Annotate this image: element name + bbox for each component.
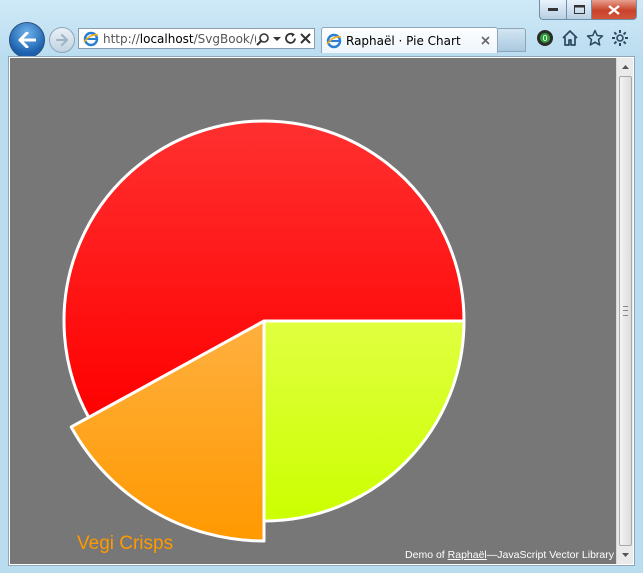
vertical-scrollbar[interactable] bbox=[616, 58, 633, 564]
svg-text:0: 0 bbox=[542, 34, 547, 43]
back-button[interactable] bbox=[9, 22, 45, 58]
window-caption-buttons bbox=[539, 0, 637, 20]
tab-title: Raphaël · Pie Chart bbox=[346, 33, 461, 48]
tab-close-button[interactable] bbox=[478, 34, 492, 48]
address-bar[interactable]: http://localhost/SvgBook/( bbox=[78, 28, 315, 49]
addon-icon[interactable]: 0 bbox=[536, 29, 554, 47]
scrollbar-thumb[interactable] bbox=[619, 76, 632, 546]
back-arrow-icon bbox=[18, 32, 36, 48]
favorites-star-icon[interactable] bbox=[586, 29, 604, 47]
pie-chart bbox=[62, 119, 466, 543]
address-url[interactable]: http://localhost/SvgBook/( bbox=[103, 32, 256, 46]
url-path: /SvgBook/( bbox=[193, 31, 256, 46]
hovered-slice-label: Vegi Crisps bbox=[77, 533, 174, 554]
forward-button[interactable] bbox=[49, 27, 75, 53]
browser-window: http://localhost/SvgBook/( Raphaël · Pie… bbox=[0, 0, 643, 573]
url-host: localhost bbox=[139, 31, 194, 46]
credit-line: Demo of Raphaël—JavaScript Vector Librar… bbox=[405, 549, 614, 561]
dropdown-arrow-icon[interactable] bbox=[273, 36, 281, 42]
maximize-button[interactable] bbox=[567, 0, 592, 20]
minimize-button[interactable] bbox=[539, 0, 567, 20]
close-icon bbox=[608, 4, 620, 15]
close-icon bbox=[480, 36, 490, 45]
url-prefix: http:// bbox=[103, 31, 140, 46]
scroll-down-arrow-icon[interactable] bbox=[617, 547, 633, 563]
minimize-icon bbox=[548, 7, 558, 11]
search-icon[interactable] bbox=[256, 32, 270, 46]
close-window-button[interactable] bbox=[592, 0, 637, 20]
tab-raphael-pie-chart[interactable]: Raphaël · Pie Chart bbox=[321, 27, 498, 53]
address-tools bbox=[256, 32, 314, 46]
scrollbar-grip-icon bbox=[623, 306, 628, 316]
page-viewport: Vegi Crisps Demo of Raphaël—JavaScript V… bbox=[8, 56, 635, 566]
home-icon[interactable] bbox=[561, 29, 579, 47]
tab-favicon-icon bbox=[326, 33, 342, 49]
settings-gear-icon[interactable] bbox=[611, 29, 629, 47]
command-toolbar: 0 bbox=[536, 29, 629, 47]
credit-suffix: —JavaScript Vector Library bbox=[486, 549, 614, 561]
refresh-icon[interactable] bbox=[284, 32, 297, 45]
stop-icon[interactable] bbox=[300, 33, 311, 44]
forward-arrow-icon bbox=[56, 34, 68, 46]
new-tab-button[interactable] bbox=[498, 28, 526, 52]
scroll-up-arrow-icon[interactable] bbox=[617, 59, 633, 75]
raphael-link[interactable]: Raphaël bbox=[448, 549, 487, 561]
ie-page-icon bbox=[83, 31, 99, 47]
pie-slice-1[interactable] bbox=[262, 319, 466, 523]
page-content: Vegi Crisps Demo of Raphaël—JavaScript V… bbox=[10, 58, 616, 564]
maximize-icon bbox=[573, 5, 585, 14]
credit-prefix: Demo of bbox=[405, 549, 448, 561]
